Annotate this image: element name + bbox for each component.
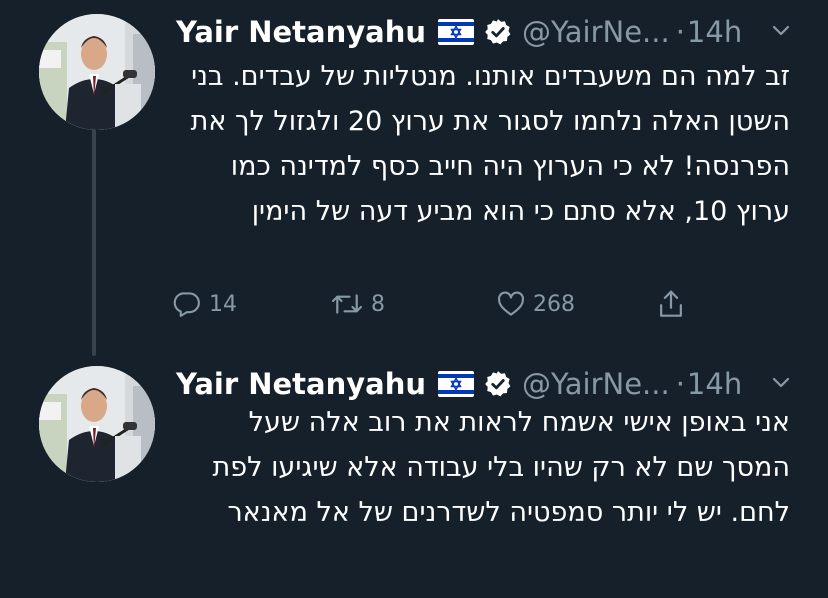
tweet-text: זב למה הם משעבדים אותנו. מנטליות של עבדי… (190, 61, 790, 227)
author-name[interactable]: Yair Netanyahu (176, 364, 426, 404)
verified-badge-icon (484, 18, 512, 46)
tweet-timestamp[interactable]: 14h (687, 364, 742, 404)
reply-button[interactable]: 14 (172, 282, 237, 326)
retweet-icon (331, 294, 363, 314)
avatar[interactable] (39, 366, 155, 482)
author-name[interactable]: Yair Netanyahu (176, 12, 426, 52)
israel-flag-icon (438, 371, 475, 397)
author-handle[interactable]: @YairNe... (522, 12, 670, 52)
israel-flag-icon (438, 19, 475, 45)
header-separator: · (675, 15, 685, 49)
tweet-header: Yair Netanyahu @YairNe... · 14h (176, 12, 742, 52)
tweet[interactable]: Yair Netanyahu @YairNe... · 14h זב למה ה… (0, 0, 828, 356)
reply-icon (173, 292, 200, 317)
tweet-header: Yair Netanyahu @YairNe... · 14h (176, 364, 742, 404)
avatar-photo (39, 14, 155, 130)
like-button[interactable]: 268 (496, 282, 575, 326)
chevron-down-icon[interactable] (772, 374, 790, 393)
thread-connector-line (92, 128, 96, 356)
retweet-count: 8 (371, 291, 385, 317)
header-separator: · (675, 367, 685, 401)
like-count: 268 (533, 291, 575, 317)
reply-count: 14 (209, 291, 237, 317)
tweet-actions: 14 8 268 (172, 282, 702, 326)
share-button[interactable] (656, 282, 686, 326)
tweet[interactable]: Yair Netanyahu @YairNe... · 14h אני באופ… (0, 346, 828, 598)
tweet-text: אני באופן אישי אשמח לראות את רוב אלה שעל… (212, 407, 790, 528)
retweet-button[interactable]: 8 (330, 282, 385, 326)
share-icon (660, 290, 682, 317)
heart-icon (498, 291, 524, 316)
chevron-down-icon[interactable] (772, 22, 790, 41)
avatar-photo (39, 366, 155, 482)
avatar[interactable] (39, 14, 155, 130)
verified-badge-icon (484, 370, 512, 398)
tweet-timestamp[interactable]: 14h (687, 12, 742, 52)
author-handle[interactable]: @YairNe... (522, 364, 670, 404)
